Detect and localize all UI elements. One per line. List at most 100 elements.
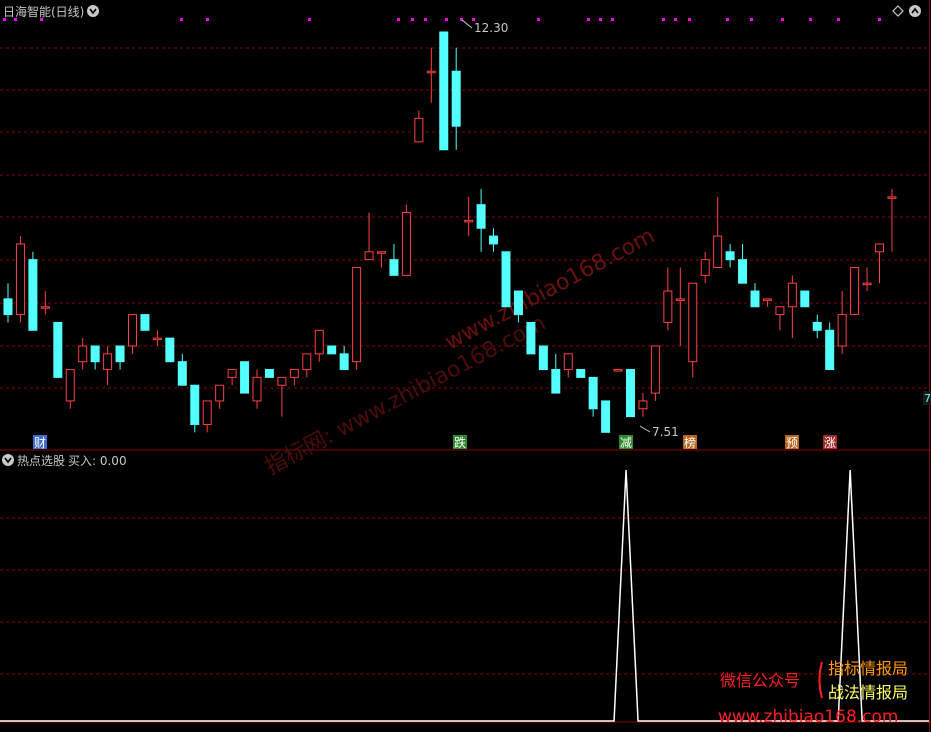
event-marker-label: 减: [620, 436, 632, 450]
candle-up: [227, 369, 237, 378]
candle-up: [563, 353, 573, 371]
candle-down: [3, 298, 13, 316]
top-marker: [308, 18, 311, 21]
top-marker: [688, 18, 691, 21]
candle-up: [426, 70, 436, 74]
low-price-label: 7.51: [652, 425, 679, 439]
watermark-text: www.zhibiao168.com: [441, 224, 659, 356]
candle-down: [389, 259, 399, 276]
top-marker: [674, 18, 677, 21]
candle-down: [626, 369, 635, 418]
candle-up: [837, 314, 847, 347]
candle-up: [40, 306, 50, 309]
top-marker: [781, 18, 784, 21]
candle-down: [576, 369, 586, 378]
candle-down: [451, 70, 461, 127]
candle-down: [513, 290, 523, 316]
candle-up: [887, 196, 897, 199]
candle-up: [65, 369, 75, 402]
candle-down: [601, 400, 611, 433]
candle-up: [289, 369, 299, 378]
candle-up: [700, 259, 710, 276]
top-marker: [397, 18, 400, 21]
top-marker: [611, 18, 614, 21]
candle-up: [663, 290, 673, 323]
candle-up: [352, 266, 362, 363]
event-marker-label: 榜: [684, 435, 696, 450]
candle-up: [364, 251, 374, 261]
candle-up: [252, 376, 262, 402]
top-marker: [750, 18, 753, 21]
top-marker: [587, 18, 590, 21]
candle-down: [538, 345, 548, 371]
candle-up: [128, 314, 137, 347]
candle-up: [401, 212, 411, 276]
candle-down: [750, 290, 760, 308]
candle-up: [650, 345, 660, 394]
top-marker: [424, 18, 427, 21]
candle-up: [302, 353, 312, 371]
candle-down: [489, 235, 499, 245]
event-marker-label: 预: [786, 436, 798, 450]
event-marker[interactable]: 财: [33, 435, 47, 450]
right-edge-price-label: 7: [924, 392, 931, 405]
candle-down: [177, 361, 187, 386]
event-marker[interactable]: 减: [619, 435, 633, 450]
top-marker: [411, 18, 414, 21]
event-marker[interactable]: 榜: [683, 435, 697, 450]
candle-down: [439, 31, 449, 151]
candle-up: [464, 219, 474, 223]
candle-up: [202, 400, 212, 425]
candle-down: [190, 384, 200, 425]
indicator-title: 热点选股: [17, 454, 65, 468]
top-marker: [180, 18, 183, 21]
top-marker: [878, 18, 881, 21]
candle-up: [675, 298, 685, 301]
top-marker: [537, 18, 540, 21]
candle-up: [15, 243, 25, 316]
candle-down: [800, 290, 810, 308]
candle-down: [165, 337, 175, 363]
diamond-icon[interactable]: [892, 5, 904, 17]
candle-up: [638, 400, 648, 410]
candle-down: [339, 353, 349, 371]
promo-url: www.zhibiao168.com: [718, 707, 898, 727]
stock-chart-window: www.zhibiao168.com 指标网: www.zhibiao168.c…: [0, 0, 931, 732]
candle-up: [875, 243, 884, 253]
chart-title: 日海智能(日线): [3, 4, 84, 19]
candle-up: [414, 117, 424, 143]
promo-label: 微信公众号: [720, 671, 800, 690]
top-marker: [206, 18, 209, 21]
candle-up: [103, 353, 113, 371]
low-pointer: [639, 425, 651, 433]
chevron-down-icon[interactable]: [2, 454, 14, 466]
event-marker-label: 财: [34, 436, 46, 450]
chevron-down-icon[interactable]: [87, 5, 99, 17]
chevron-up-icon[interactable]: [909, 5, 921, 17]
event-marker[interactable]: 预: [785, 435, 799, 450]
top-marker: [726, 18, 729, 21]
candle-down: [588, 376, 598, 410]
candle-up: [613, 369, 623, 372]
candle-up: [314, 329, 324, 355]
candle-down: [53, 321, 63, 378]
candle-up: [78, 345, 88, 363]
candle-down: [738, 259, 748, 284]
candle-down: [725, 251, 735, 261]
candle-down: [812, 321, 822, 331]
candle-down: [501, 251, 511, 308]
event-marker[interactable]: 涨: [823, 435, 837, 450]
candle-down: [825, 329, 835, 371]
event-marker[interactable]: 跌: [453, 435, 467, 450]
candle-down: [327, 345, 337, 355]
candle-up: [850, 266, 860, 316]
top-marker: [599, 18, 602, 21]
candle-down: [476, 204, 486, 229]
candle-down: [115, 345, 125, 363]
candle-up: [775, 306, 785, 316]
top-signal-markers: [3, 18, 881, 21]
event-marker-label: 跌: [454, 435, 466, 450]
candle-down: [90, 345, 100, 363]
candle-up: [862, 282, 872, 286]
candle-up: [152, 337, 162, 341]
